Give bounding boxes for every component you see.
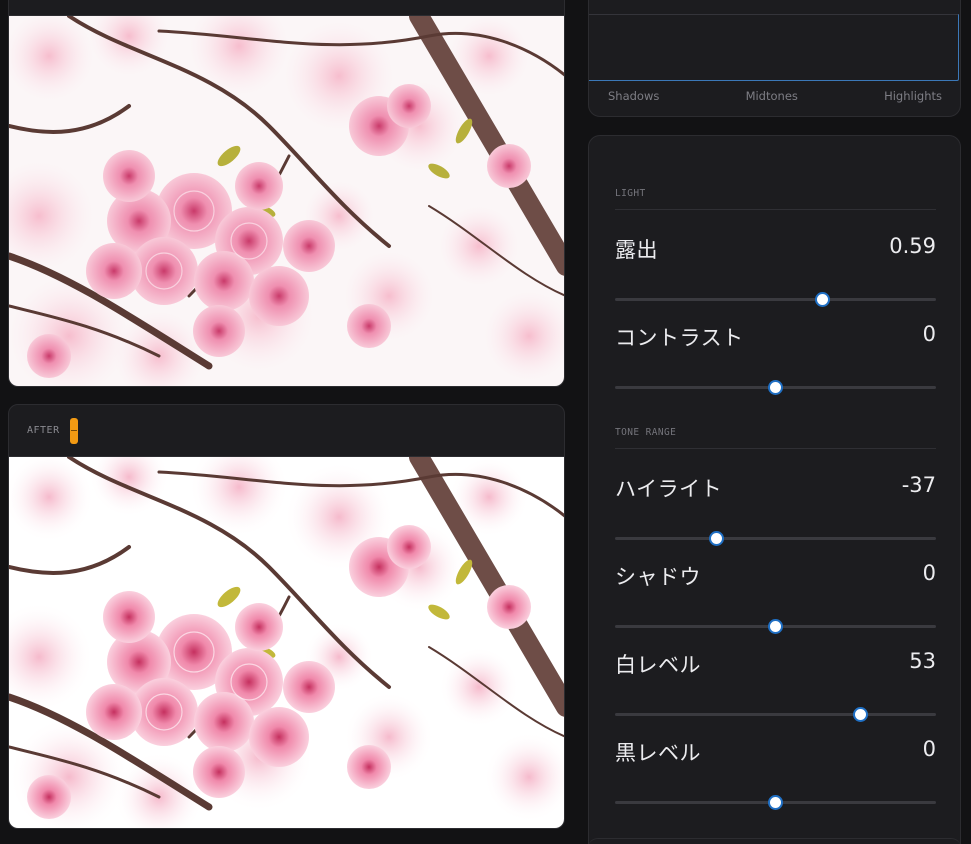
- slider-shadows-thumb[interactable]: [768, 619, 783, 634]
- slider-whites: 白レベル 53: [615, 649, 936, 729]
- slider-whites-label: 白レベル: [615, 653, 701, 677]
- curve-label-highlights: Highlights: [884, 89, 942, 103]
- slider-highlights-track[interactable]: [615, 531, 936, 546]
- slider-shadows-track[interactable]: [615, 619, 936, 634]
- section-header-tone-range: TONE RANGE: [615, 427, 936, 449]
- section-header-light: LIGHT: [615, 188, 936, 210]
- before-card-header: [9, 0, 564, 16]
- slider-whites-track[interactable]: [615, 707, 936, 722]
- slider-contrast-thumb[interactable]: [768, 380, 783, 395]
- slider-contrast-track[interactable]: [615, 380, 936, 395]
- slider-exposure-track[interactable]: [615, 292, 936, 307]
- after-photo-card: AFTER: [8, 404, 565, 829]
- slider-shadows-label: シャドウ: [615, 565, 701, 589]
- slider-highlights-thumb[interactable]: [708, 531, 724, 546]
- slider-exposure-value: 0.59: [889, 234, 936, 258]
- before-photo-card: [8, 0, 565, 387]
- slider-blacks-label: 黒レベル: [615, 741, 701, 765]
- slider-blacks: 黒レベル 0: [615, 737, 936, 817]
- slider-whites-value: 53: [909, 649, 936, 673]
- after-marker-handle[interactable]: [69, 417, 78, 444]
- before-photo: [9, 16, 564, 386]
- after-label: AFTER: [27, 425, 60, 436]
- slider-exposure-label: 露出: [615, 238, 658, 262]
- curve-label-shadows: Shadows: [608, 89, 660, 103]
- slider-contrast-value: 0: [922, 322, 936, 346]
- slider-blacks-value: 0: [922, 737, 936, 761]
- slider-blacks-thumb[interactable]: [768, 795, 783, 810]
- slider-highlights: ハイライト -37: [615, 473, 936, 553]
- after-photo: [9, 457, 564, 828]
- after-card-header: AFTER: [9, 405, 564, 457]
- slider-exposure-thumb[interactable]: [815, 292, 831, 307]
- slider-highlights-label: ハイライト: [615, 477, 723, 501]
- slider-shadows: シャドウ 0: [615, 561, 936, 641]
- adjustments-card: LIGHT 露出 0.59 コントラスト 0 TONE RANGE ハイライト …: [588, 135, 961, 844]
- slider-exposure: 露出 0.59: [615, 234, 936, 314]
- slider-blacks-track[interactable]: [615, 795, 936, 810]
- tone-curve-card: Shadows Midtones Highlights: [588, 0, 961, 117]
- slider-whites-thumb[interactable]: [853, 707, 869, 722]
- next-panel-edge: [588, 838, 961, 844]
- slider-contrast: コントラスト 0: [615, 322, 936, 402]
- slider-contrast-label: コントラスト: [615, 326, 744, 350]
- tone-curve-graph[interactable]: [589, 14, 959, 81]
- tone-curve-labels: Shadows Midtones Highlights: [608, 89, 942, 103]
- slider-highlights-value: -37: [901, 473, 936, 497]
- curve-label-midtones: Midtones: [745, 89, 798, 103]
- slider-shadows-value: 0: [922, 561, 936, 585]
